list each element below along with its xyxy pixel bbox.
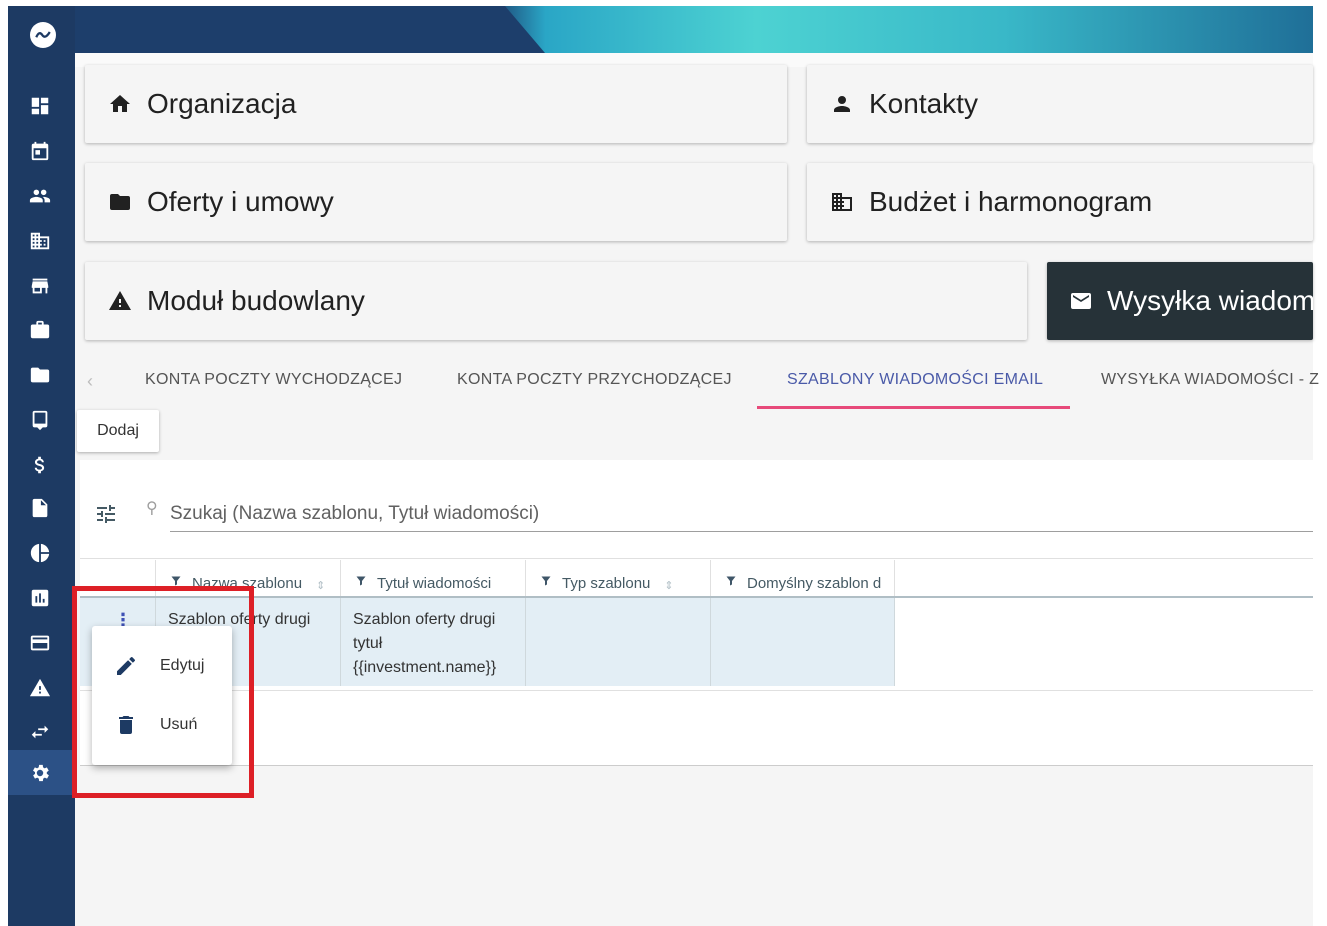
- column-header-label: Nazwa szablonu: [192, 575, 303, 592]
- person-icon: [829, 91, 855, 117]
- folder-icon: [107, 189, 133, 215]
- module-budzet-i-harmonogram[interactable]: Budżet i harmonogram: [807, 163, 1313, 241]
- module-label: Moduł budowlany: [147, 285, 365, 316]
- credit-card-icon[interactable]: [28, 631, 52, 655]
- menu-item-label: Edytuj: [160, 657, 205, 674]
- warning-icon: [107, 288, 133, 314]
- dollar-icon[interactable]: [28, 453, 52, 477]
- module-label: Oferty i umowy: [147, 186, 334, 217]
- pencil-edit-icon: [114, 654, 138, 678]
- sidebar: [8, 6, 75, 926]
- calendar-icon[interactable]: [28, 139, 52, 163]
- search-input[interactable]: [170, 496, 1313, 532]
- column-header-label: Typ szablonu: [562, 575, 651, 592]
- tab-szablony-wiadomosci-email[interactable]: SZABLONY WIADOMOŚCI EMAIL: [787, 371, 1043, 389]
- column-header-typ-szablonu[interactable]: Typ szablonu ⇕: [525, 560, 710, 596]
- chevron-left-icon[interactable]: ‹: [87, 371, 93, 392]
- sort-icon[interactable]: ⇕: [316, 579, 325, 592]
- module-budowlany[interactable]: Moduł budowlany: [85, 262, 1027, 340]
- app-logo-icon[interactable]: [30, 22, 56, 48]
- people-icon[interactable]: [28, 184, 52, 208]
- menu-item-delete[interactable]: Usuń: [92, 697, 232, 753]
- warning-icon[interactable]: [28, 676, 52, 700]
- monitor-icon[interactable]: [28, 408, 52, 432]
- grid-top-border: [80, 558, 1313, 559]
- cell-typ-szablonu: [525, 598, 710, 686]
- funnel-filter-icon[interactable]: [725, 574, 737, 586]
- dashboard-icon[interactable]: [28, 94, 52, 118]
- module-label: Organizacja: [147, 88, 297, 119]
- main-content: Organizacja Kontakty Oferty i umowy Budż…: [75, 53, 1319, 926]
- module-label: Kontakty: [869, 88, 978, 119]
- row-context-menu: Edytuj Usuń: [92, 626, 232, 765]
- add-button[interactable]: Dodaj: [77, 410, 159, 452]
- column-header-tytul-wiadomosci[interactable]: Tytuł wiadomości: [340, 560, 525, 596]
- pie-chart-icon[interactable]: [28, 541, 52, 565]
- column-header-domyslny-szablon[interactable]: Domyślny szablon d: [710, 560, 895, 596]
- folder-icon[interactable]: [28, 363, 52, 387]
- module-label: Wysyłka wiadom: [1107, 285, 1313, 316]
- home-icon: [107, 91, 133, 117]
- column-header-label: Tytuł wiadomości: [377, 575, 492, 592]
- tabs-bar: ‹ KONTA POCZTY WYCHODZĄCEJ KONTA POCZTY …: [75, 353, 1319, 411]
- building-icon[interactable]: [28, 229, 52, 253]
- module-wysylka-wiadomosci[interactable]: Wysyłka wiadom: [1047, 262, 1313, 340]
- funnel-filter-icon[interactable]: [170, 574, 182, 586]
- column-header-nazwa-szablonu[interactable]: Nazwa szablonu ⇕: [155, 560, 340, 596]
- module-oferty-i-umowy[interactable]: Oferty i umowy: [85, 163, 787, 241]
- document-icon[interactable]: [28, 496, 52, 520]
- cell-tytul-wiadomosci: Szablon oferty drugi tytuł {{investment.…: [340, 598, 525, 686]
- briefcase-icon[interactable]: [28, 318, 52, 342]
- sort-icon[interactable]: ⇕: [664, 579, 673, 592]
- tab-wysylka-wiadomosci[interactable]: WYSYŁKA WIADOMOŚCI - Z: [1101, 371, 1319, 389]
- tab-konta-poczty-przychodzacej[interactable]: KONTA POCZTY PRZYCHODZĄCEJ: [457, 371, 732, 389]
- panel-bottom-border: [80, 765, 1313, 766]
- funnel-filter-icon[interactable]: [355, 574, 367, 586]
- funnel-filter-icon[interactable]: [540, 574, 552, 586]
- swap-icon[interactable]: [28, 720, 52, 744]
- module-kontakty[interactable]: Kontakty: [807, 65, 1313, 143]
- settings-gear-icon[interactable]: [28, 761, 52, 785]
- column-header-label: Domyślny szablon d: [747, 575, 882, 592]
- search-icon: ⚲: [146, 500, 158, 517]
- store-icon[interactable]: [28, 274, 52, 298]
- row-separator: [80, 690, 1313, 691]
- tab-konta-poczty-wychodzacej[interactable]: KONTA POCZTY WYCHODZĄCEJ: [145, 371, 402, 389]
- mail-icon: [1069, 288, 1093, 314]
- menu-item-edit[interactable]: Edytuj: [92, 638, 232, 694]
- cell-domyslny-szablon: [710, 598, 895, 686]
- module-label: Budżet i harmonogram: [869, 186, 1153, 217]
- trash-delete-icon: [114, 713, 138, 737]
- bar-chart-icon[interactable]: [28, 586, 52, 610]
- header-banner: [75, 6, 1313, 53]
- templates-table-panel: ⚲ Nazwa szablonu ⇕ Tytuł wiadomości Typ …: [80, 460, 1313, 766]
- tune-filter-icon[interactable]: [94, 502, 118, 526]
- building-icon: [829, 189, 855, 215]
- active-tab-indicator: [757, 406, 1070, 409]
- module-organizacja[interactable]: Organizacja: [85, 65, 787, 143]
- menu-item-label: Usuń: [160, 716, 198, 733]
